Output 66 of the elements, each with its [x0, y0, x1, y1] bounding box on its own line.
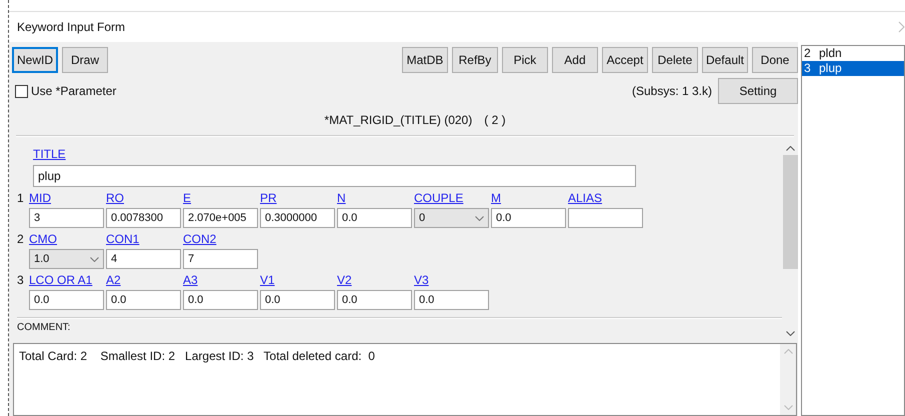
list-item[interactable]: 2 pldn	[802, 46, 904, 61]
input-field[interactable]: 0.0	[106, 290, 181, 310]
dropdown[interactable]: 0	[414, 208, 489, 228]
field-link[interactable]: A2	[106, 273, 181, 287]
input-field[interactable]	[568, 208, 643, 228]
field-link[interactable]: TITLE	[33, 147, 782, 161]
summary-text: Total Card: 2 Smallest ID: 2 Largest ID: 3 Total deleted card: 0	[18, 348, 376, 365]
id-list[interactable]: 2 pldn 3 plup	[801, 45, 905, 416]
scroll-up-icon[interactable]	[786, 146, 794, 151]
field-link[interactable]: LCO OR A1	[29, 273, 104, 287]
input-field[interactable]: 0.0	[337, 208, 412, 228]
keyword-count: ( 2 )	[484, 113, 506, 127]
toolbar-button[interactable]: Draw	[62, 47, 108, 73]
toolbar-button[interactable]: NewID	[12, 47, 58, 73]
input-field[interactable]: 2.070e+005	[183, 208, 258, 228]
field-link[interactable]: A3	[183, 273, 258, 287]
field-link[interactable]: E	[183, 191, 258, 205]
input-field[interactable]: 7	[183, 249, 258, 269]
field-link[interactable]: ALIAS	[568, 191, 643, 205]
title-field[interactable]: plup	[33, 165, 636, 187]
field-link[interactable]: M	[491, 191, 566, 205]
field-link[interactable]: MID	[29, 191, 104, 205]
toolbar-button[interactable]: Default	[702, 47, 748, 73]
card-number: 1	[17, 191, 25, 207]
input-field[interactable]: 0.0	[29, 290, 104, 310]
toolbar-button[interactable]: Add	[552, 47, 598, 73]
input-field[interactable]: 0.0	[491, 208, 566, 228]
input-field[interactable]: 0.0	[260, 290, 335, 310]
card-number: 3	[17, 273, 25, 289]
field-link[interactable]: CON2	[183, 232, 258, 246]
field-link[interactable]: RO	[106, 191, 181, 205]
chevron-down-icon	[475, 216, 484, 220]
dropdown[interactable]: 1.0	[29, 249, 104, 269]
comment-label: COMMENT:	[17, 324, 72, 330]
field-link[interactable]: CMO	[29, 232, 104, 246]
checkbox-label: Use *Parameter	[31, 84, 116, 98]
field-link[interactable]: V1	[260, 273, 335, 287]
toolbar-button[interactable]: Delete	[652, 47, 698, 73]
chevron-down-icon	[90, 256, 99, 262]
field-link[interactable]: V2	[337, 273, 412, 287]
field-link[interactable]: CON1	[106, 232, 181, 246]
toolbar-button[interactable]: Pick	[502, 47, 548, 73]
window-title: Keyword Input Form	[17, 20, 126, 34]
scroll-down-icon[interactable]	[786, 331, 794, 336]
input-field[interactable]: 0.0	[337, 290, 412, 310]
input-field[interactable]: 0.0	[183, 290, 258, 310]
input-field[interactable]: 0.3000000	[260, 208, 335, 228]
input-field[interactable]: 3	[29, 208, 104, 228]
keyword-header: *MAT_RIGID_(TITLE) (020)	[324, 113, 472, 127]
checkbox[interactable]	[15, 84, 28, 98]
input-field[interactable]: 0.0078300	[106, 208, 181, 228]
toolbar-button[interactable]: Done	[752, 47, 798, 73]
toolbar-button[interactable]: MatDB	[402, 47, 448, 73]
field-link[interactable]: V3	[414, 273, 489, 287]
field-link[interactable]: COUPLE	[414, 191, 489, 205]
subsys-label: (Subsys: 1 3.k)	[632, 84, 712, 98]
input-field[interactable]: 4	[106, 249, 181, 269]
input-field[interactable]: 0.0	[414, 290, 489, 310]
field-link[interactable]: N	[337, 191, 412, 205]
close-icon[interactable]	[898, 21, 905, 33]
list-item[interactable]: 3 plup	[802, 61, 904, 76]
field-link[interactable]: PR	[260, 191, 335, 205]
toolbar-button[interactable]: Accept	[602, 47, 648, 73]
card-number: 2	[17, 232, 25, 248]
toolbar-button[interactable]: RefBy	[452, 47, 498, 73]
setting-button[interactable]: Setting	[718, 78, 798, 104]
